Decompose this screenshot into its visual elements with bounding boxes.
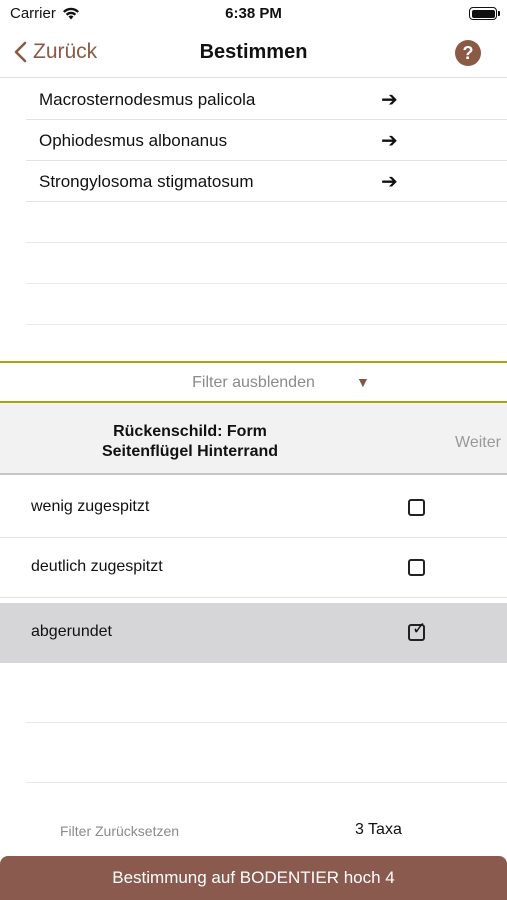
result-name: Ophiodesmus albonanus [39,131,228,150]
footer-bar: Filter Zurücksetzen 3 Taxa [0,808,507,856]
criterion-header: Rückenschild: Form Seitenflügel Hinterra… [0,403,507,475]
help-icon[interactable]: ? [455,40,481,66]
empty-row [26,723,507,783]
result-row[interactable]: Strongylosoma stigmatosum ➔ [26,161,507,202]
page-title: Bestimmen [199,41,308,63]
filter-toggle[interactable]: Filter ausblenden ▼ [0,361,507,403]
option-row-abgerundet[interactable]: abgerundet ✓ [0,603,507,663]
option-row-deutlich-zugespitzt[interactable]: deutlich zugespitzt [0,538,507,598]
result-name: Macrosternodesmus palicola [39,90,256,109]
determine-button[interactable]: Bestimmung auf BODENTIER hoch 4 [0,856,507,900]
empty-row [26,284,507,325]
option-label: abgerundet [31,623,112,640]
next-button[interactable]: Weiter [455,434,501,452]
empty-row [26,202,507,243]
checkmark-icon: ✓ [412,619,427,638]
option-checkbox[interactable]: ✓ [408,620,426,641]
arrow-right-icon: ➔ [381,89,398,111]
criterion-title-line2: Seitenflügel Hinterrand [101,443,279,460]
empty-row [26,243,507,284]
results-list: Macrosternodesmus palicola ➔ Ophiodesmus… [0,79,507,361]
arrow-right-icon: ➔ [381,171,398,193]
navigation-bar: Zurück Bestimmen ? [0,28,507,78]
option-checkbox[interactable] [408,499,425,516]
arrow-right-icon: ➔ [381,130,398,152]
status-bar: Carrier 6:38 PM [0,0,507,28]
filter-toggle-label: Filter ausblenden [192,374,315,391]
result-row[interactable]: Ophiodesmus albonanus ➔ [26,120,507,161]
taxa-count: 3 Taxa [355,821,402,838]
result-name: Strongylosoma stigmatosum [39,172,254,191]
criterion-title: Rückenschild: Form Seitenflügel Hinterra… [60,422,320,462]
triangle-down-icon: ▼ [356,374,370,390]
reset-filter-button[interactable]: Filter Zurücksetzen [60,823,179,839]
option-row-wenig-zugespitzt[interactable]: wenig zugespitzt [0,478,507,538]
option-checkbox[interactable] [408,559,425,576]
criterion-title-line1: Rückenschild: Form [113,423,267,440]
option-label: deutlich zugespitzt [31,558,163,575]
empty-row [26,663,507,723]
status-time: 6:38 PM [225,5,282,22]
result-row[interactable]: Macrosternodesmus palicola ➔ [26,79,507,120]
option-label: wenig zugespitzt [31,498,150,515]
battery-icon [469,7,500,20]
